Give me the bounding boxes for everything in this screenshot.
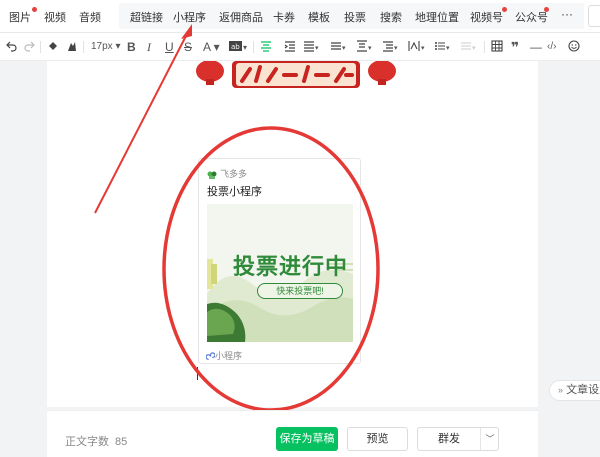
insert-audio-button[interactable]: 音频 (79, 9, 101, 25)
font-color-icon[interactable]: A ▾ (203, 40, 220, 54)
save-draft-button[interactable]: 保存为草稿 (276, 427, 338, 451)
svg-text:ab: ab (231, 43, 240, 51)
cover-headline: 投票进行中 (233, 254, 349, 279)
svg-text:▾: ▾ (368, 44, 372, 52)
new-badge (544, 7, 549, 12)
insert-coupon-button[interactable]: 卡券 (273, 9, 295, 25)
banner-image (196, 61, 396, 88)
quote-icon[interactable]: ❞ (511, 40, 519, 54)
preview-button[interactable]: 预览 (347, 427, 408, 451)
insert-template-button[interactable]: 模板 (308, 9, 330, 25)
background-color-icon[interactable]: ab ▾ (229, 40, 249, 55)
panel-toggle[interactable] (588, 5, 600, 27)
insert-search-button[interactable]: 搜索 (380, 9, 402, 25)
clear-format-icon[interactable] (66, 40, 78, 55)
article-settings-tab[interactable]: » 文章设置 (549, 380, 600, 401)
double-chevron-icon: » (558, 385, 564, 395)
italic-icon[interactable]: I (147, 40, 151, 54)
separator (83, 41, 84, 53)
strikethrough-icon[interactable]: S (184, 40, 192, 54)
new-badge (502, 7, 507, 12)
insert-location-button[interactable]: 地理位置 (415, 9, 459, 25)
svg-text:▾: ▾ (342, 44, 346, 52)
svg-text:▾: ▾ (472, 44, 476, 52)
ordered-list-icon[interactable]: ▾ (460, 40, 478, 55)
publish-label: 群发 (438, 433, 460, 445)
card-footer-label: 小程序 (215, 351, 243, 361)
svg-text:▾: ▾ (394, 44, 398, 52)
font-size-select[interactable]: 17px ▾ (91, 40, 121, 54)
align-justify-icon[interactable]: ▾ (303, 40, 321, 55)
insert-toolbar: 图片 视频 音频 超链接 小程序 返佣商品 卡券 模板 投票 搜索 地理位置 视… (0, 0, 600, 33)
separator (40, 41, 41, 53)
publish-button[interactable]: 群发 ﹀ (417, 427, 499, 451)
svg-text:▾: ▾ (315, 44, 319, 52)
paragraph-spacing-icon[interactable]: ▾ (356, 40, 374, 55)
insert-vote-button[interactable]: 投票 (344, 9, 366, 25)
article-settings-label: 文章设置 (566, 384, 600, 396)
word-count: 正文字数 85 (65, 433, 127, 449)
letter-spacing-icon[interactable]: ▾ (382, 40, 400, 55)
card-title: 投票小程序 (207, 186, 262, 198)
card-source: 飞多多 (207, 167, 247, 180)
insert-video-button[interactable]: 视频 (44, 9, 66, 25)
svg-text:▾: ▾ (421, 44, 425, 52)
word-count-label: 正文字数 (65, 436, 109, 448)
line-height-icon[interactable]: ▾ (330, 40, 348, 55)
new-badge (32, 7, 37, 12)
list-icon[interactable]: ▾ (434, 40, 452, 55)
cover-vote-pill: 快来投票吧! (257, 283, 343, 299)
card-cover-image: 投票进行中 快来投票吧! (207, 204, 353, 342)
text-indent-icon[interactable]: ▾ (408, 40, 428, 55)
text-cursor (197, 367, 198, 380)
insert-rebate-product-button[interactable]: 返佣商品 (219, 9, 263, 25)
redo-icon[interactable] (23, 40, 35, 55)
font-size-value: 17px (91, 41, 113, 52)
insert-image-button[interactable]: 图片 (9, 9, 31, 25)
undo-icon[interactable] (6, 40, 18, 55)
card-footer: 小程序 (205, 349, 243, 362)
insert-hyperlink-button[interactable]: 超链接 (130, 9, 163, 25)
chevron-down-icon[interactable]: ﹀ (480, 428, 500, 450)
insert-official-account-button[interactable]: 公众号 (515, 9, 548, 25)
format-painter-icon[interactable] (47, 40, 59, 55)
separator (484, 41, 485, 53)
code-icon[interactable]: ‹/› (547, 40, 556, 54)
bold-icon[interactable]: B (127, 40, 136, 54)
format-toolbar: 17px ▾ B I U S A ▾ ab ▾ ▾ ▾ ▾ ▾ ▾ ▾ ▾ ❞ —… (0, 33, 600, 61)
svg-text:▾: ▾ (446, 44, 450, 52)
more-icon[interactable]: ··· (561, 7, 573, 21)
emoji-icon[interactable] (568, 40, 580, 55)
divider-icon[interactable]: — (530, 40, 542, 54)
card-source-name: 飞多多 (220, 169, 248, 179)
underline-icon[interactable]: U (165, 40, 174, 54)
svg-text:▾: ▾ (243, 43, 247, 52)
word-count-value: 85 (115, 436, 128, 448)
miniprogram-logo-icon (207, 171, 217, 179)
bottom-action-bar: 正文字数 85 保存为草稿 预览 群发 ﹀ (47, 410, 538, 457)
miniprogram-card[interactable]: 飞多多 投票小程序 投票进行中 快来投票吧! 小程序 (198, 158, 361, 364)
miniprogram-link-icon (205, 352, 216, 360)
table-icon[interactable] (491, 40, 503, 55)
separator (253, 41, 254, 53)
indent-icon[interactable] (284, 40, 296, 55)
insert-channels-button[interactable]: 视频号 (470, 9, 503, 25)
insert-miniprogram-button[interactable]: 小程序 (173, 9, 206, 25)
align-center-icon[interactable] (260, 40, 272, 55)
